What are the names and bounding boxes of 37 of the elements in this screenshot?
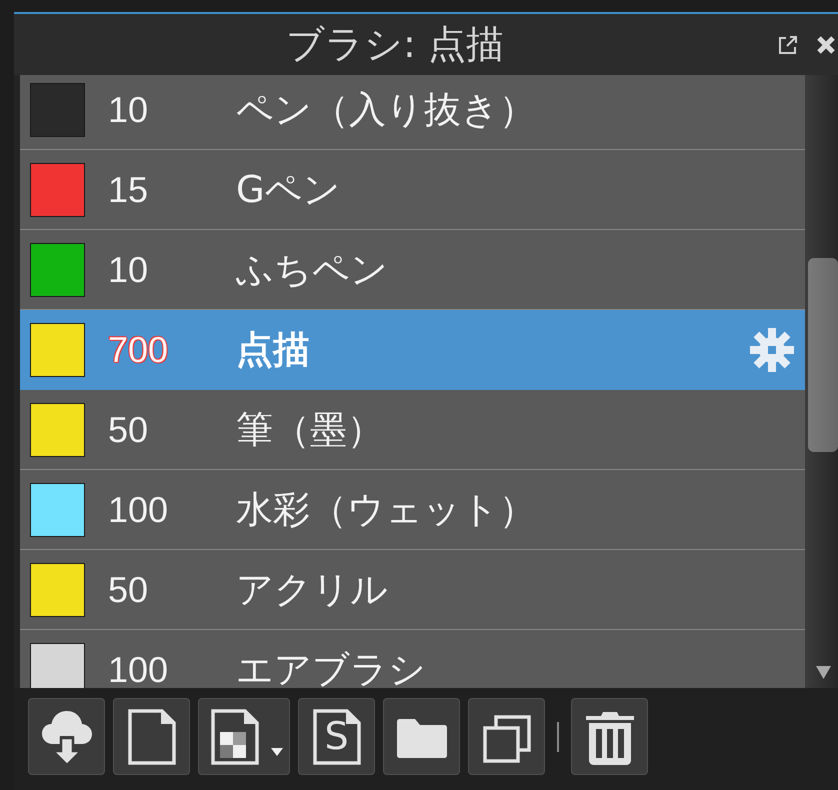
brush-name: ペン（入り抜き） (236, 88, 537, 132)
brush-size: 100 (108, 488, 170, 530)
scrollbar-track[interactable] (805, 75, 838, 688)
brush-name: 点描 (236, 328, 311, 372)
brush-name: Gペン (236, 168, 342, 212)
brush-size: 700 (108, 328, 170, 370)
close-button[interactable] (816, 34, 836, 54)
new-material-dropdown-button[interactable] (198, 698, 290, 775)
duplicate-button[interactable] (468, 698, 545, 775)
file-outline-icon (310, 708, 362, 766)
popout-icon (778, 34, 798, 54)
caret-icon (271, 748, 283, 756)
brush-size: 50 (108, 408, 150, 450)
close-icon (816, 34, 836, 54)
gear-icon[interactable] (749, 326, 795, 372)
brush-size: 100 (108, 648, 170, 688)
script-file-button[interactable]: S (298, 698, 375, 775)
folder-button[interactable] (383, 698, 460, 775)
scrollbar-thumb[interactable] (808, 258, 838, 452)
panel-title: ブラシ: 点描 (285, 21, 505, 68)
download-button[interactable] (28, 698, 105, 775)
brush-size: 10 (108, 248, 150, 290)
brush-row[interactable]: 700 点描 (20, 310, 805, 390)
brush-size: 50 (108, 568, 150, 610)
brush-name: ふちペン (236, 248, 389, 292)
brush-size: 15 (108, 168, 150, 210)
popout-button[interactable] (778, 34, 798, 54)
brush-name: 水彩（ウェット） (236, 488, 537, 532)
scroll-down-icon[interactable] (816, 666, 831, 679)
blank-file-icon (126, 708, 178, 766)
checker-file-icon (209, 708, 261, 766)
brush-name: 筆（墨） (236, 408, 385, 452)
new-file-button[interactable] (113, 698, 190, 775)
brush-name: エアブラシ (236, 648, 427, 688)
brush-size: 10 (108, 88, 150, 130)
brush-name: アクリル (236, 568, 389, 612)
delete-button[interactable] (571, 698, 648, 775)
